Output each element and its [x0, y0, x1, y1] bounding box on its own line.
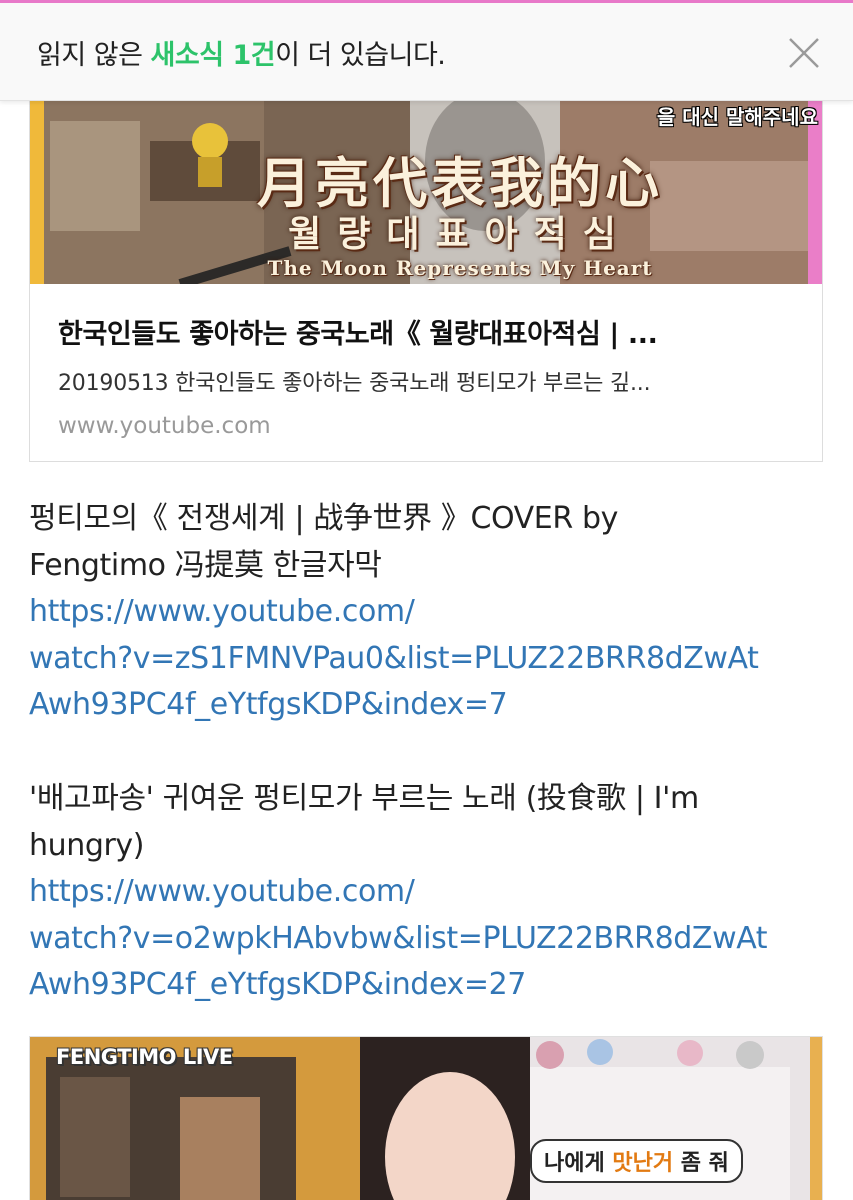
- notification-text[interactable]: 읽지 않은 새소식 1건이 더 있습니다.: [37, 33, 446, 72]
- thumbnail-title-english: The Moon Represents My Heart: [267, 256, 653, 280]
- notification-suffix: 이 더 있습니다.: [275, 40, 446, 71]
- link-card-description: 20190513 한국인들도 좋아하는 중국노래 펑티모가 부르는 깊...: [58, 371, 651, 396]
- speech-bubble: 나에게 맛난거 좀 줘: [530, 1139, 743, 1183]
- thumbnail-caption: 을 대신 말해주네요: [656, 105, 818, 129]
- bubble-prefix: 나에게: [544, 1151, 613, 1176]
- close-icon: [789, 38, 819, 68]
- post-text-line: hungry): [29, 827, 145, 863]
- youtube-link[interactable]: watch?v=o2wpkHAbvbw&list=PLUZ22BRR8dZwAt: [29, 916, 829, 963]
- post-paragraph: 펑티모의《 전쟁세계 | 战争世界 》COVER by Fengtimo 冯提莫…: [29, 496, 829, 729]
- post-paragraph: '배고파송' 귀여운 펑티모가 부르는 노래 (投食歌 | I'm hungry…: [29, 776, 829, 1009]
- notification-prefix: 읽지 않은: [37, 40, 151, 71]
- top-accent-line: [0, 0, 853, 3]
- video-thumbnail[interactable]: 을 대신 말해주네요 月亮代表我的心 월량대표아적심 The Moon Repr…: [30, 101, 822, 284]
- youtube-link[interactable]: Awh93PC4f_eYtfgsKDP&index=27: [29, 962, 829, 1009]
- link-card-title[interactable]: 한국인들도 좋아하는 중국노래《 월량대표아적심 | ...: [58, 312, 794, 351]
- thumbnail-title-korean: 월량대표아적심: [288, 213, 632, 255]
- video-embed-card[interactable]: FENGTIMO LIVE 나에게 맛난거 좀 줘: [29, 1036, 823, 1200]
- post-text-line: '배고파송' 귀여운 펑티모가 부르는 노래 (投食歌 | I'm: [29, 781, 699, 816]
- post-text-line: Fengtimo 冯提莫 한글자막: [29, 547, 382, 583]
- link-card-body[interactable]: 한국인들도 좋아하는 중국노래《 월량대표아적심 | ... 20190513 …: [30, 312, 822, 439]
- youtube-link[interactable]: Awh93PC4f_eYtfgsKDP&index=7: [29, 682, 829, 729]
- youtube-link[interactable]: https://www.youtube.com/: [29, 589, 829, 636]
- notification-highlight: 새소식 1건: [150, 40, 276, 71]
- youtube-link-card[interactable]: 을 대신 말해주네요 月亮代表我的心 월량대표아적심 The Moon Repr…: [29, 100, 823, 462]
- live-label: FENGTIMO LIVE: [56, 1045, 233, 1069]
- bubble-suffix: 좀 줘: [673, 1151, 729, 1176]
- notification-bar[interactable]: 읽지 않은 새소식 1건이 더 있습니다.: [0, 3, 853, 101]
- page: 읽지 않은 새소식 1건이 더 있습니다. 을 대신 말해주네요 月亮代表我的心…: [0, 0, 853, 1200]
- link-card-domain: www.youtube.com: [58, 413, 271, 439]
- close-button[interactable]: [785, 34, 823, 72]
- bubble-highlight: 맛난거: [612, 1151, 674, 1176]
- post-text-line: 펑티모의《 전쟁세계 | 战争世界 》COVER by: [29, 501, 618, 536]
- youtube-link[interactable]: watch?v=zS1FMNVPau0&list=PLUZ22BRR8dZwAt: [29, 636, 829, 683]
- youtube-link[interactable]: https://www.youtube.com/: [29, 869, 829, 916]
